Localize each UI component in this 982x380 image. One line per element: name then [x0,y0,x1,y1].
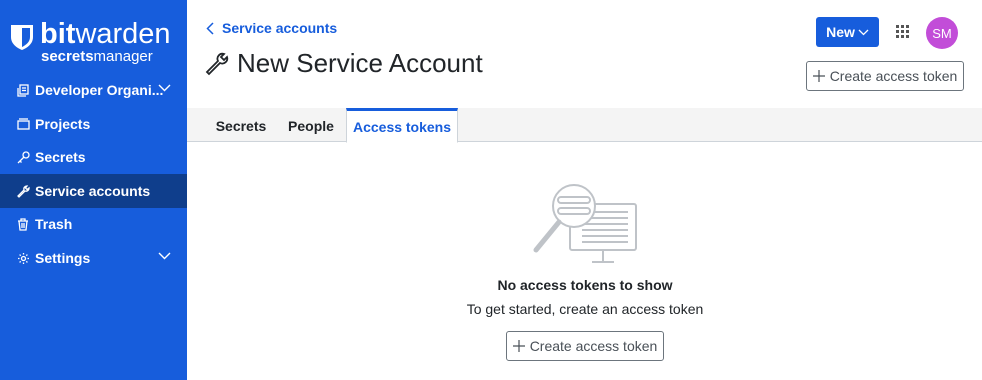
brand-name: bitwarden [40,18,171,50]
sidebar: bitwarden secretsmanager Developer Organ… [0,0,187,380]
product-switcher-icon[interactable] [896,25,909,38]
chevron-down-icon [858,29,869,35]
tab-label: Secrets [215,117,267,134]
new-button-label: New [826,24,855,40]
sidebar-item-service-accounts[interactable]: Service accounts [0,174,187,208]
sidebar-item-projects[interactable]: Projects [0,107,187,141]
projects-icon [16,117,30,131]
tab-access-tokens[interactable]: Access tokens [346,108,458,143]
sidebar-item-secrets[interactable]: Secrets [0,140,187,174]
shield-logo-icon [11,25,33,50]
sidebar-item-trash[interactable]: Trash [0,207,187,241]
search-monitor-illustration [533,184,637,263]
tab-people[interactable]: People [278,109,344,142]
trash-icon [16,217,30,231]
key-icon [16,150,30,164]
avatar-initials: SM [932,25,952,41]
sidebar-item-label: Service accounts [35,183,151,199]
bitwarden-logo[interactable]: bitwarden secretsmanager [10,18,180,66]
chevron-down-icon [158,252,171,260]
organization-icon [16,83,30,97]
page-header: New Service Account [205,48,483,79]
page-title: New Service Account [237,48,483,78]
empty-state-subtitle: To get started, create an access token [466,301,704,317]
chevron-down-icon [158,84,171,92]
empty-state-title: No access tokens to show [497,277,673,293]
plus-icon [512,340,525,352]
wrench-icon [16,184,30,198]
create-access-token-label: Create access token [829,68,958,84]
wrench-icon [205,52,229,75]
plus-icon [812,70,825,82]
sidebar-item-label: Trash [35,216,73,232]
gear-icon [16,251,30,265]
chevron-left-icon [206,21,214,35]
tab-label: People [288,117,334,134]
sidebar-item-organization[interactable]: Developer Organi... [0,73,187,107]
sidebar-item-label: Settings [35,250,91,266]
sidebar-item-label: Projects [35,116,91,132]
sidebar-item-label: Developer Organi... [35,82,164,98]
back-link[interactable]: Service accounts [206,20,337,36]
back-link-label: Service accounts [222,20,338,36]
sidebar-item-label: Secrets [35,149,86,165]
tab-secrets[interactable]: Secrets [208,109,274,142]
create-access-token-button[interactable]: Create access token [806,61,964,91]
tab-label: Access tokens [352,118,452,135]
empty-create-access-token-label: Create access token [529,338,658,354]
empty-create-access-token-button[interactable]: Create access token [506,331,664,361]
avatar[interactable]: SM [926,17,958,49]
new-button[interactable]: New [816,17,879,47]
sidebar-item-settings[interactable]: Settings [0,241,187,275]
brand-subtitle: secretsmanager [41,48,153,65]
